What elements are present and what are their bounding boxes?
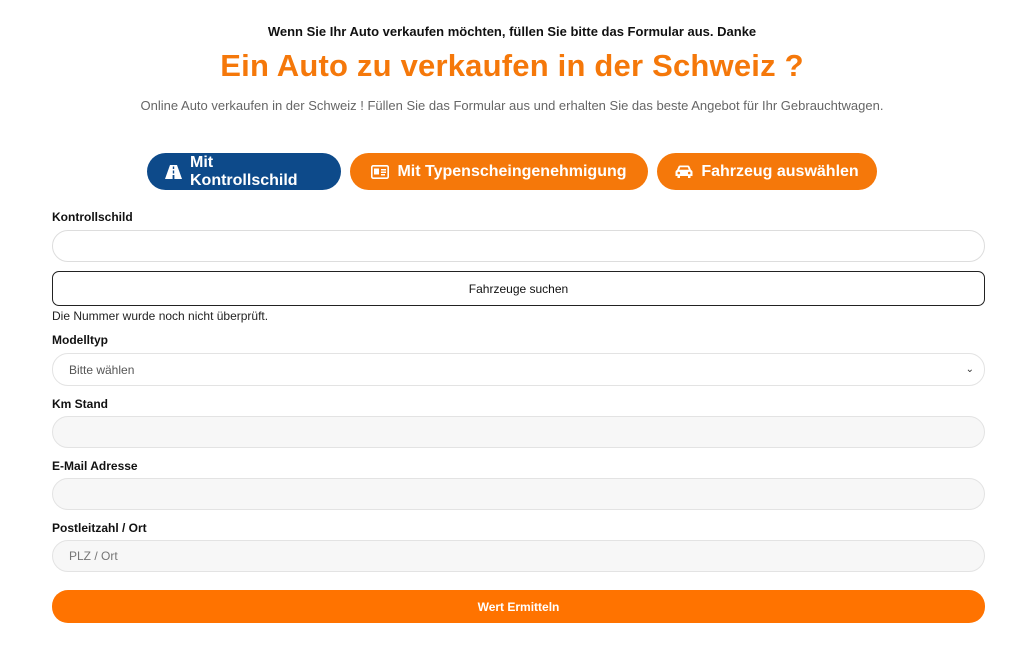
road-icon [165,164,182,179]
model-selected-value: Bitte wählen [69,362,135,377]
tab-label: Mit Kontrollschild [190,153,298,189]
verification-status: Die Nummer wurde noch nicht überprüft. [52,309,269,323]
plate-input[interactable] [52,230,985,262]
zip-label: Postleitzahl / Ort [52,521,147,535]
car-icon [675,165,693,179]
submit-button[interactable]: Wert Ermitteln [52,590,985,623]
email-input[interactable] [52,478,985,510]
plate-label: Kontrollschild [52,210,133,224]
tab-typenschein[interactable]: Mit Typenscheingenehmigung [350,153,648,190]
page-title: Ein Auto zu verkaufen in der Schweiz ? [220,48,804,83]
tab-label: Fahrzeug auswählen [701,162,859,180]
chevron-down-icon: ⌄ [965,364,974,375]
email-label: E-Mail Adresse [52,459,138,473]
model-select[interactable]: Bitte wählen ⌄ [52,353,985,386]
intro-text: Wenn Sie Ihr Auto verkaufen möchten, fül… [267,24,757,39]
search-mode-tabs: Mit Kontrollschild Mit Typenscheingenehm… [0,153,1024,190]
km-label: Km Stand [52,397,109,411]
zip-input[interactable] [52,540,985,572]
tab-kontrollschild[interactable]: Mit Kontrollschild [147,153,341,190]
search-vehicles-button[interactable]: Fahrzeuge suchen [52,271,985,306]
tab-fahrzeug-auswaehlen[interactable]: Fahrzeug auswählen [657,153,877,190]
model-label: Modelltyp [52,333,108,347]
km-input[interactable] [52,416,985,448]
page-subtitle: Online Auto verkaufen in der Schweiz ! F… [140,98,884,113]
tab-label: Mit Typenscheingenehmigung [397,162,627,180]
id-card-icon [371,164,390,179]
